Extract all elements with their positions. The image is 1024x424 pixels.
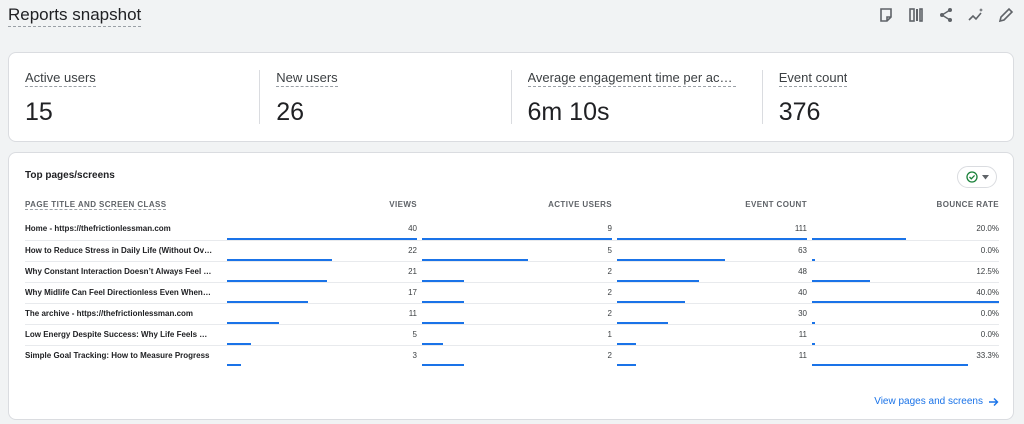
cell-event-count: 48	[798, 267, 807, 276]
cell-active-users: 2	[607, 351, 612, 360]
compare-dropdown[interactable]	[957, 166, 997, 188]
share-button[interactable]	[936, 5, 956, 25]
cell-views: 22	[408, 246, 417, 255]
bar-events	[617, 364, 636, 366]
header-page-title[interactable]: PAGE TITLE AND SCREEN CLASS	[25, 200, 167, 210]
bar-bounce	[812, 364, 968, 366]
cell-bounce-rate: 0.0%	[980, 309, 999, 318]
cell-event-count: 11	[798, 330, 807, 339]
insights-icon	[968, 8, 983, 21]
cell-event-count: 30	[798, 309, 807, 318]
cell-event-count: 11	[798, 351, 807, 360]
arrow-right-icon	[989, 397, 999, 406]
metric-active-users[interactable]: Active users 15	[9, 70, 259, 126]
cell-page-title[interactable]: Why Constant Interaction Doesn’t Always …	[25, 267, 213, 276]
metric-value: 376	[778, 98, 821, 126]
cell-views: 21	[408, 267, 417, 276]
cell-active-users: 9	[607, 224, 612, 233]
header-active-users[interactable]: ACTIVE USERS	[548, 200, 612, 209]
table-row[interactable]: Low Energy Despite Success: Why Life Fee…	[25, 324, 999, 345]
cell-views: 5	[412, 330, 417, 339]
table-row[interactable]: Simple Goal Tracking: How to Measure Pro…	[25, 345, 999, 366]
bar-views	[227, 364, 241, 366]
header-event-count[interactable]: EVENT COUNT	[745, 200, 807, 209]
table-row[interactable]: The archive - https://thefrictionlessman…	[25, 303, 999, 324]
check-circle-icon	[965, 171, 978, 183]
table-row[interactable]: Why Constant Interaction Doesn’t Always …	[25, 261, 999, 282]
cell-page-title[interactable]: Simple Goal Tracking: How to Measure Pro…	[25, 351, 213, 360]
metric-label: Active users	[25, 70, 96, 87]
cell-bounce-rate: 20.0%	[976, 224, 999, 233]
metric-engagement-time[interactable]: Average engagement time per active user …	[510, 70, 762, 126]
cell-views: 17	[408, 288, 417, 297]
metric-value: 6m 10s	[527, 98, 610, 126]
cell-event-count: 63	[798, 246, 807, 255]
cell-page-title[interactable]: How to Reduce Stress in Daily Life (With…	[25, 246, 213, 255]
note-icon	[880, 8, 892, 22]
metric-value: 26	[276, 98, 305, 126]
cell-views: 40	[408, 224, 417, 233]
compare-columns-button[interactable]	[906, 5, 926, 25]
cell-active-users: 1	[607, 330, 612, 339]
metric-label: Event count	[778, 70, 848, 87]
metric-label: New users	[276, 70, 338, 87]
metric-value: 15	[25, 98, 53, 126]
view-pages-label: View pages and screens	[874, 396, 983, 407]
metric-event-count[interactable]: Event count 376	[761, 70, 1013, 126]
top-pages-card: Top pages/screens PAGE TITLE AND SCREEN …	[8, 152, 1014, 420]
metric-new-users[interactable]: New users 26	[259, 70, 510, 126]
cell-bounce-rate: 0.0%	[980, 246, 999, 255]
header: Reports snapshot	[0, 0, 1024, 36]
bar-users	[422, 364, 464, 366]
cell-page-title[interactable]: Why Midlife Can Feel Directionless Even …	[25, 288, 213, 297]
cell-bounce-rate: 40.0%	[976, 288, 999, 297]
cell-page-title[interactable]: Low Energy Despite Success: Why Life Fee…	[25, 330, 213, 339]
cell-bounce-rate: 0.0%	[980, 330, 999, 339]
cell-active-users: 2	[607, 267, 612, 276]
cell-active-users: 2	[607, 309, 612, 318]
cell-page-title[interactable]: The archive - https://thefrictionlessman…	[25, 309, 213, 318]
cell-views: 3	[412, 351, 417, 360]
edit-button[interactable]	[996, 5, 1016, 25]
cell-page-title[interactable]: Home - https://thefrictionlessman.com	[25, 224, 213, 233]
table-row[interactable]: Home - https://thefrictionlessman.com 40 9…	[25, 219, 999, 240]
table-body: Home - https://thefrictionlessman.com 40 9…	[25, 219, 999, 366]
cell-event-count: 111	[794, 224, 807, 233]
cell-event-count: 40	[798, 288, 807, 297]
cell-active-users: 5	[607, 246, 612, 255]
cell-bounce-rate: 12.5%	[976, 267, 999, 276]
table-title: Top pages/screens	[25, 170, 115, 181]
caret-down-icon	[981, 174, 989, 179]
header-bounce-rate[interactable]: BOUNCE RATE	[937, 200, 999, 209]
table-row[interactable]: How to Reduce Stress in Daily Life (With…	[25, 240, 999, 261]
cell-active-users: 2	[607, 288, 612, 297]
cell-bounce-rate: 33.3%	[976, 351, 999, 360]
note-button[interactable]	[876, 5, 896, 25]
view-pages-link[interactable]: View pages and screens	[874, 396, 999, 407]
page-title: Reports snapshot	[8, 5, 142, 27]
metrics-card: Active users 15 New users 26 Average eng…	[8, 52, 1014, 142]
header-views[interactable]: VIEWS	[389, 200, 417, 209]
columns-icon	[909, 8, 923, 22]
share-icon	[940, 8, 952, 22]
column-headers: PAGE TITLE AND SCREEN CLASS VIEWS ACTIVE…	[25, 200, 999, 216]
table-row[interactable]: Why Midlife Can Feel Directionless Even …	[25, 282, 999, 303]
metric-label: Average engagement time per active user	[527, 70, 736, 87]
pencil-icon	[998, 7, 1014, 23]
toolbar	[876, 5, 1016, 25]
insights-button[interactable]	[966, 5, 986, 25]
cell-views: 11	[408, 309, 417, 318]
